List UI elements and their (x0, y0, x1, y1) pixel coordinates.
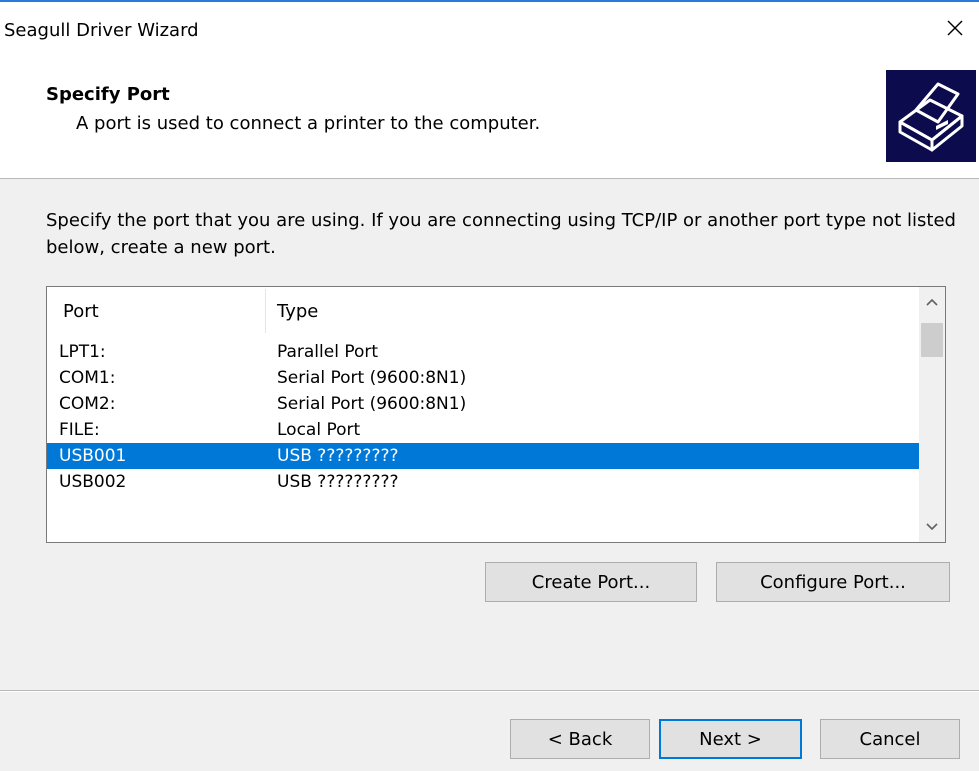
type-cell: USB ????????? (277, 472, 399, 492)
footer-divider-highlight (0, 691, 979, 692)
port-cell: USB002 (59, 472, 127, 492)
wizard-window: Seagull Driver Wizard Specify Port A por… (0, 0, 979, 771)
column-header-type[interactable]: Type (277, 287, 318, 337)
next-button[interactable]: Next > (659, 719, 802, 759)
type-cell: Serial Port (9600:8N1) (277, 394, 467, 414)
type-cell: USB ????????? (277, 446, 399, 466)
back-button[interactable]: < Back (510, 719, 650, 759)
table-row[interactable]: FILE: Local Port (47, 417, 919, 443)
create-port-button[interactable]: Create Port... (485, 562, 697, 602)
title-bar: Seagull Driver Wizard (0, 2, 979, 60)
port-cell: COM2: (59, 394, 116, 414)
table-row-selected[interactable]: USB001 USB ????????? (47, 443, 919, 469)
vertical-scrollbar[interactable] (919, 287, 945, 542)
type-cell: Local Port (277, 420, 361, 440)
window-title: Seagull Driver Wizard (4, 20, 199, 41)
table-row[interactable]: COM2: Serial Port (9600:8N1) (47, 391, 919, 417)
port-list-header: Port Type (47, 287, 917, 337)
configure-port-button[interactable]: Configure Port... (716, 562, 950, 602)
scroll-up-button[interactable] (919, 289, 945, 315)
printer-icon (886, 70, 976, 162)
cancel-button[interactable]: Cancel (820, 719, 960, 759)
table-row[interactable]: USB002 USB ????????? (47, 469, 919, 495)
port-cell: LPT1: (59, 342, 106, 362)
chevron-up-icon (926, 298, 938, 306)
page-title: Specify Port (46, 84, 170, 105)
instructions-text: Specify the port that you are using. If … (46, 210, 956, 258)
type-cell: Serial Port (9600:8N1) (277, 368, 467, 388)
port-list-rows: LPT1: Parallel Port COM1: Serial Port (9… (47, 339, 919, 495)
port-list[interactable]: Port Type LPT1: Parallel Port COM1: Seri… (46, 286, 946, 543)
column-divider[interactable] (265, 289, 266, 333)
scrollbar-thumb[interactable] (921, 323, 943, 357)
scroll-down-button[interactable] (919, 514, 945, 540)
column-header-port[interactable]: Port (63, 287, 99, 337)
close-button[interactable] (931, 8, 979, 48)
table-row[interactable]: COM1: Serial Port (9600:8N1) (47, 365, 919, 391)
close-icon (947, 20, 963, 36)
port-cell: FILE: (59, 420, 100, 440)
type-cell: Parallel Port (277, 342, 379, 362)
port-cell: USB001 (59, 446, 127, 466)
page-subtitle: A port is used to connect a printer to t… (76, 113, 541, 134)
port-cell: COM1: (59, 368, 116, 388)
chevron-down-icon (926, 523, 938, 531)
table-row[interactable]: LPT1: Parallel Port (47, 339, 919, 365)
wizard-header: Specify Port A port is used to connect a… (0, 60, 979, 179)
